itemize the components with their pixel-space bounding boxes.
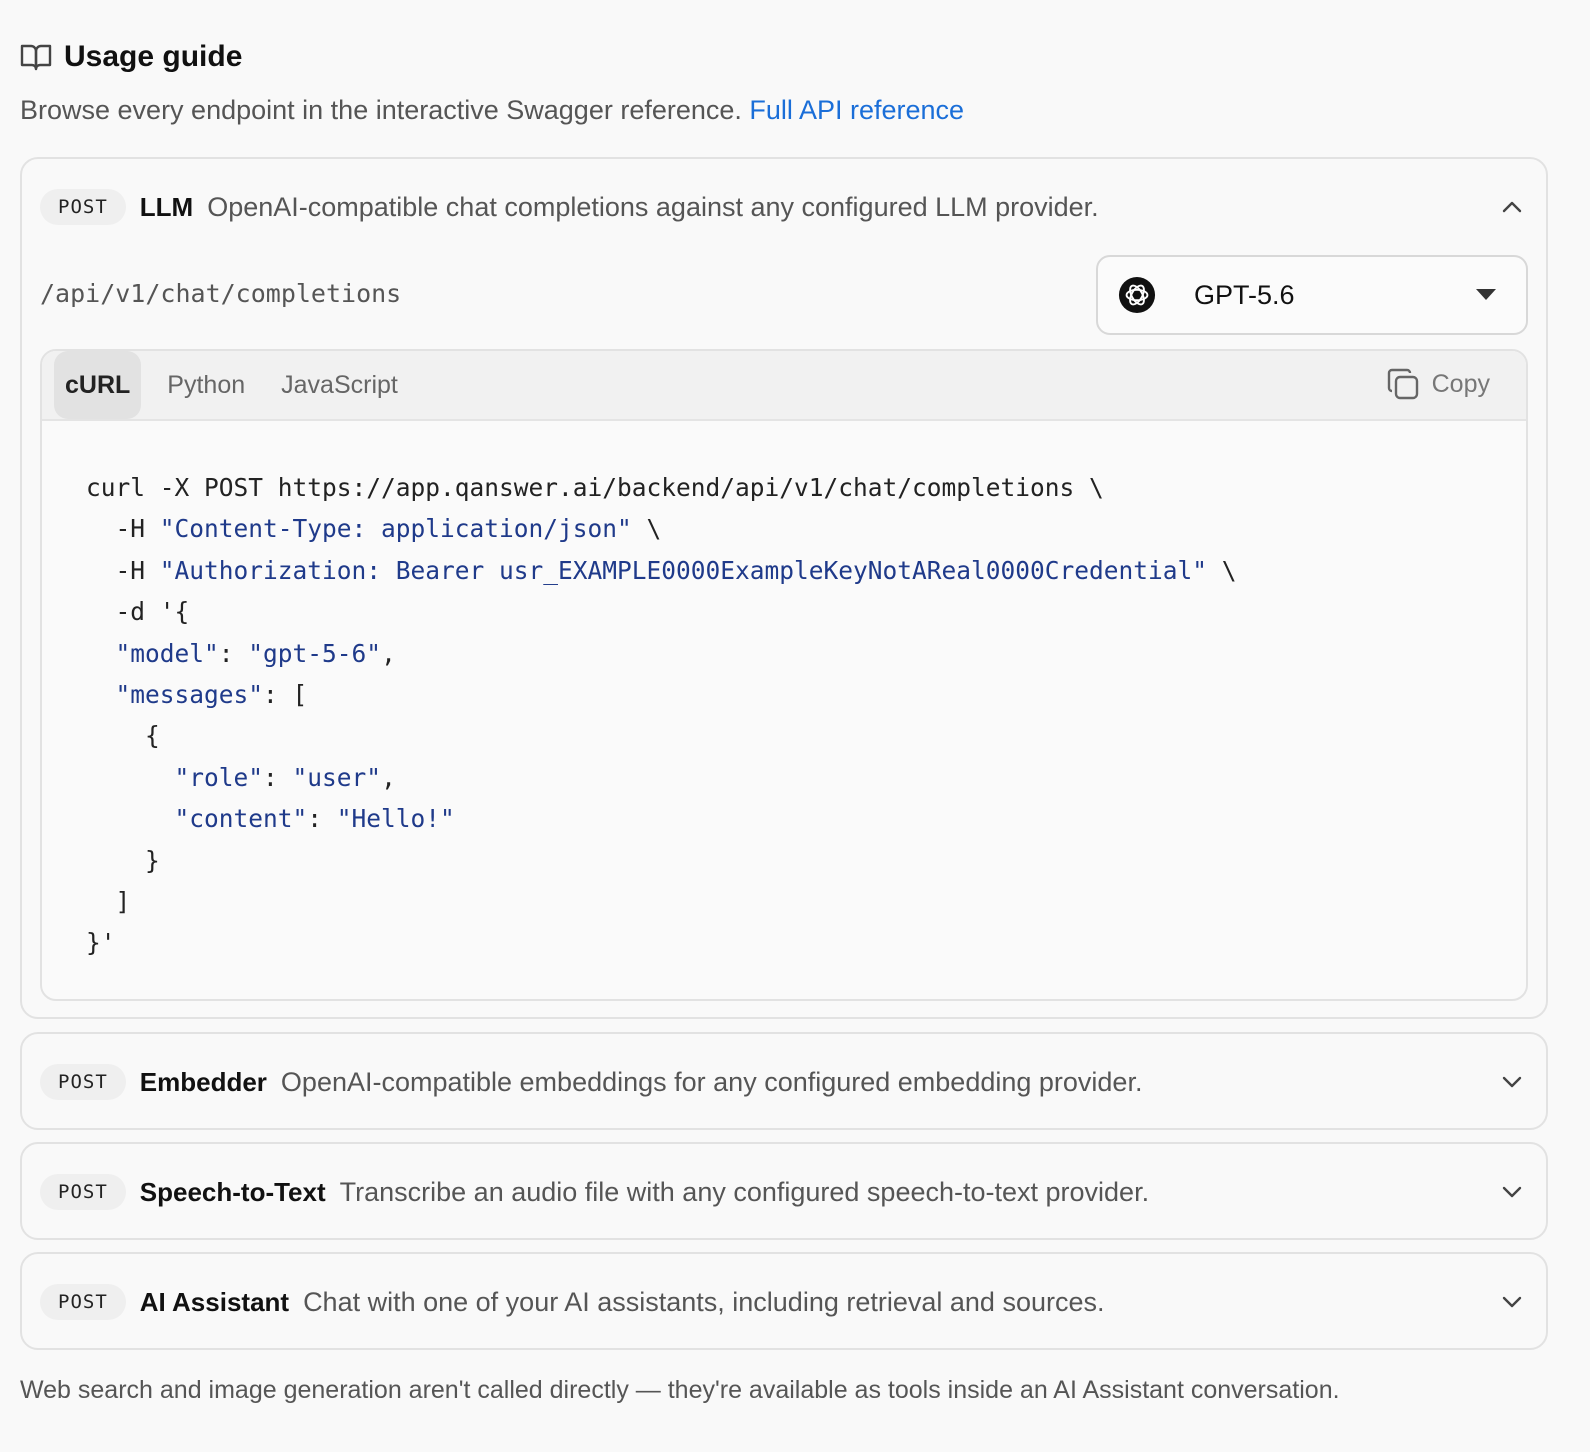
endpoint-description: Transcribe an audio file with any config… <box>339 1176 1150 1207</box>
endpoint-card-embedder: POST Embedder OpenAI-compatible embeddin… <box>20 1032 1548 1130</box>
usage-guide-page: Usage guide Browse every endpoint in the… <box>0 0 1590 1452</box>
endpoint-card-speech-to-text: POST Speech-to-Text Transcribe an audio … <box>20 1142 1548 1240</box>
code-line: "messages": [ <box>115 680 308 710</box>
code-line: "model": "gpt-5-6", <box>115 638 396 668</box>
endpoint-path: /api/v1/chat/completions <box>40 279 402 308</box>
language-tabs: cURL Python JavaScript Copy <box>42 351 1526 421</box>
code-line: }' <box>86 928 116 958</box>
chevron-up-icon[interactable] <box>1500 195 1524 219</box>
tab-python[interactable]: Python <box>149 351 263 419</box>
endpoint-card-ai-assistant: POST AI Assistant Chat with one of your … <box>20 1252 1548 1350</box>
tab-javascript[interactable]: JavaScript <box>263 351 416 419</box>
method-badge: POST <box>40 1064 126 1100</box>
chevron-down-icon[interactable] <box>1500 1070 1524 1094</box>
code-block: curl -X POST https://app.qanswer.ai/back… <box>42 421 1526 964</box>
endpoint-name: AI Assistant <box>139 1286 290 1317</box>
chevron-down-icon[interactable] <box>1500 1290 1524 1314</box>
code-line: curl -X POST https://app.qanswer.ai/back… <box>86 473 1104 502</box>
code-line: -H "Authorization: Bearer usr_EXAMPLE000… <box>86 555 1237 585</box>
chevron-down-icon[interactable] <box>1500 1180 1524 1204</box>
method-badge: POST <box>40 189 126 225</box>
dropdown-caret-icon <box>1476 289 1496 300</box>
endpoint-description: Chat with one of your AI assistants, inc… <box>303 1286 1105 1317</box>
subtitle-text: Browse every endpoint in the interactive… <box>20 95 742 125</box>
usage-guide-header: Usage guide <box>20 40 242 74</box>
code-sample-panel: cURL Python JavaScript Copy curl -X POST… <box>40 349 1528 1001</box>
code-line: "content": "Hello!" <box>174 804 455 834</box>
endpoint-name: Speech-to-Text <box>139 1176 326 1207</box>
endpoint-name: LLM <box>139 191 194 222</box>
copy-button[interactable]: Copy <box>1386 367 1490 401</box>
method-badge: POST <box>40 1284 126 1320</box>
endpoint-name: Embedder <box>139 1066 267 1097</box>
book-open-icon <box>20 42 52 72</box>
copy-icon <box>1387 368 1418 400</box>
code-line: } <box>86 845 160 875</box>
model-select[interactable]: GPT-5.6 <box>1096 255 1528 335</box>
method-badge: POST <box>40 1174 126 1210</box>
tab-curl[interactable]: cURL <box>54 351 142 419</box>
endpoint-header-speech-to-text[interactable]: POST Speech-to-Text Transcribe an audio … <box>40 1144 1528 1240</box>
endpoint-header-llm[interactable]: POST LLM OpenAI-compatible chat completi… <box>40 159 1528 255</box>
code-line: ] <box>86 887 131 917</box>
code-line: -d '{ <box>86 597 190 627</box>
code-line: -H "Content-Type: application/json" \ <box>86 514 662 544</box>
endpoint-description: OpenAI-compatible embeddings for any con… <box>280 1066 1143 1097</box>
endpoint-header-embedder[interactable]: POST Embedder OpenAI-compatible embeddin… <box>40 1034 1528 1130</box>
page-title: Usage guide <box>64 40 243 73</box>
endpoint-card-llm: POST LLM OpenAI-compatible chat completi… <box>20 157 1548 1019</box>
openai-logo-icon <box>1118 276 1156 314</box>
copy-label: Copy <box>1431 369 1490 398</box>
full-api-reference-link[interactable]: Full API reference <box>749 95 964 125</box>
endpoint-header-ai-assistant[interactable]: POST AI Assistant Chat with one of your … <box>40 1254 1528 1350</box>
code-line: "role": "user", <box>174 762 396 792</box>
code-line: { <box>86 721 160 751</box>
footer-note: Web search and image generation aren't c… <box>20 1376 1340 1404</box>
page-subtitle: Browse every endpoint in the interactive… <box>20 95 964 126</box>
endpoint-description: OpenAI-compatible chat completions again… <box>207 191 1099 222</box>
selected-model: GPT-5.6 <box>1194 279 1295 310</box>
